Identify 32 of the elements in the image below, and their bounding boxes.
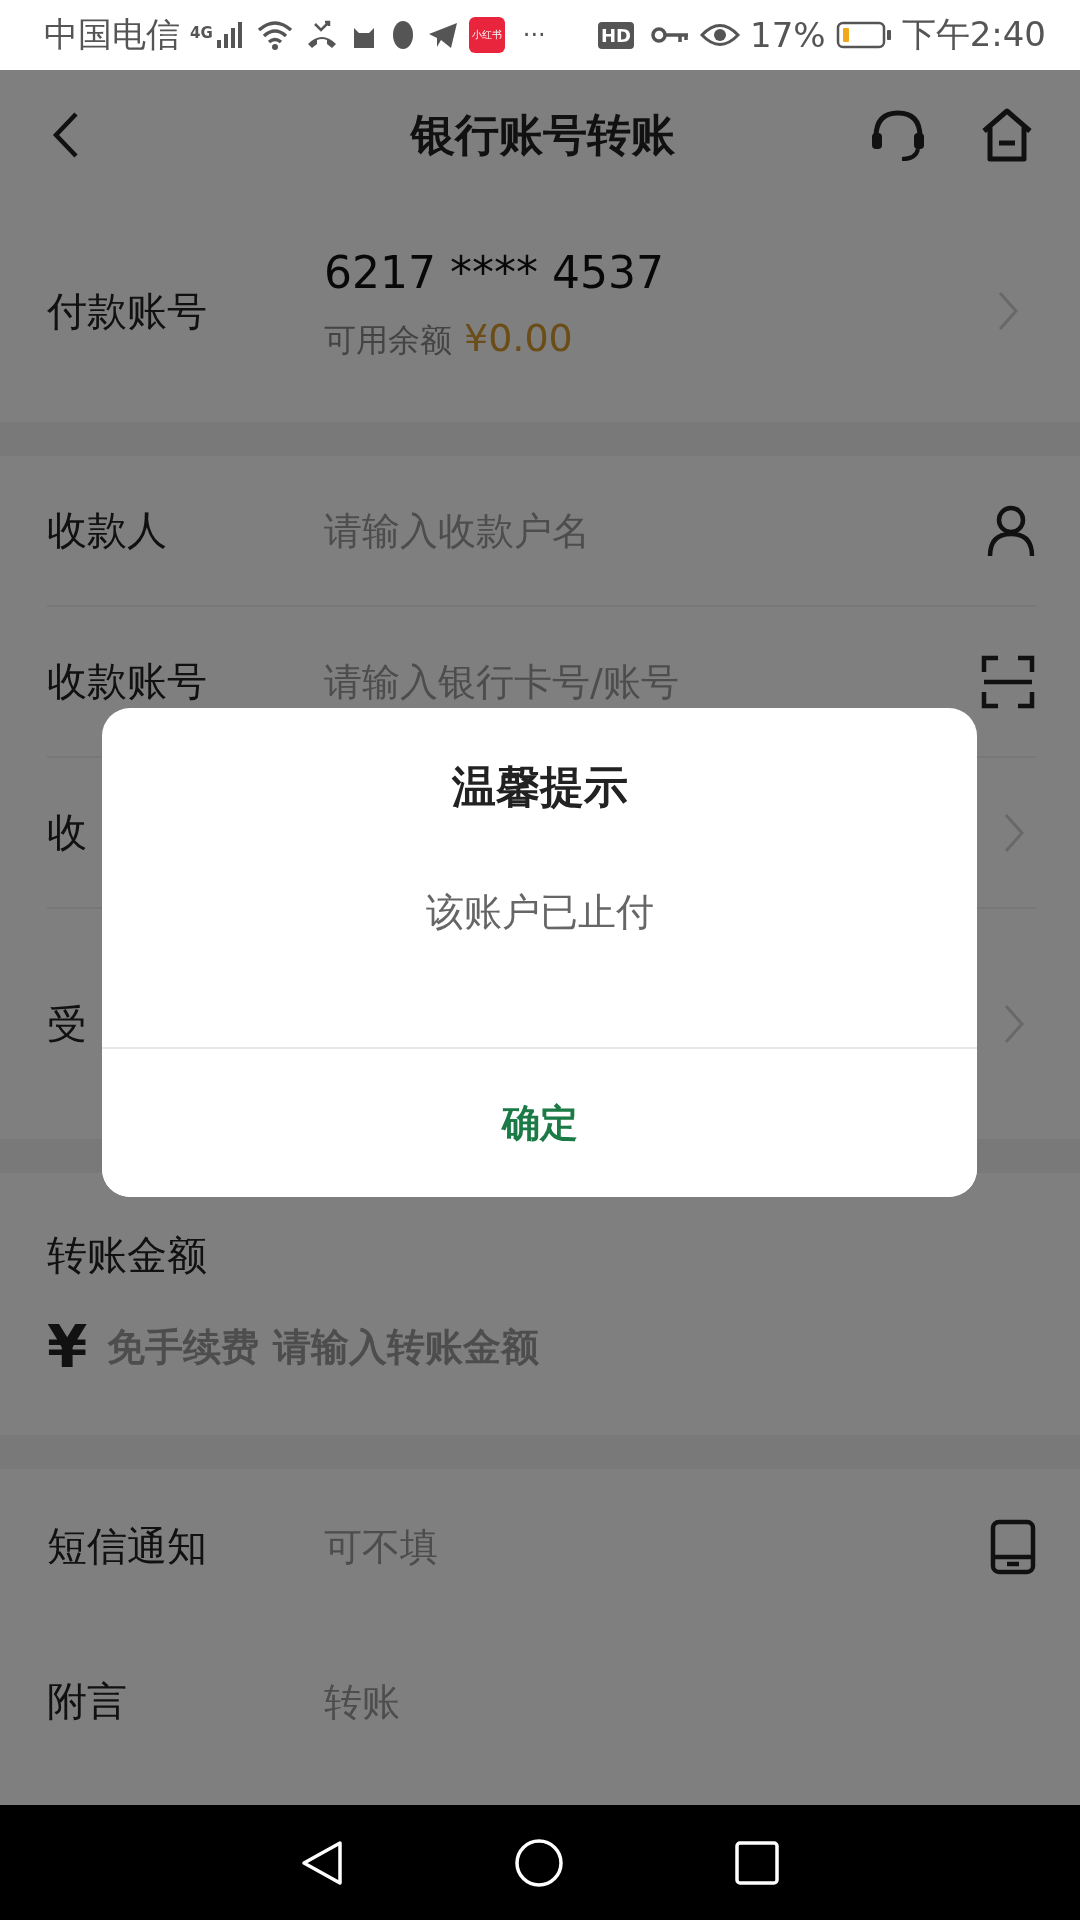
row-label: 收款人 — [47, 506, 168, 555]
row-label: 转账金额 — [47, 1230, 208, 1280]
dialog-title: 温馨提示 — [451, 760, 628, 814]
signal-icon — [214, 20, 245, 50]
hd-badge: HD — [598, 21, 635, 49]
page-title: 银行账号转账 — [411, 107, 675, 162]
home-icon[interactable] — [514, 1837, 564, 1888]
app-badge: 小红书 — [468, 17, 505, 53]
account-number: 6217 **** 4537 — [324, 247, 665, 298]
scan-icon[interactable] — [980, 653, 1036, 710]
person-icon[interactable] — [986, 503, 1036, 558]
phone-icon[interactable] — [990, 1518, 1036, 1575]
recents-icon[interactable] — [734, 1839, 780, 1886]
currency-symbol: ¥ — [47, 1312, 88, 1381]
back-icon[interactable] — [300, 1838, 344, 1887]
row-label: 受 — [47, 999, 88, 1049]
battery-percentage: 17% — [750, 15, 826, 55]
dialog-message: 该账户已止付 — [425, 889, 654, 936]
row-label: 短信通知 — [47, 1522, 208, 1571]
row-label: 收 — [47, 808, 88, 857]
confirm-button[interactable]: 确定 — [102, 1047, 977, 1197]
status-time: 下午2:40 — [901, 13, 1046, 56]
row-label: 付款账号 — [47, 286, 208, 336]
row-label: 附言 — [47, 1677, 128, 1726]
more-indicator: ··· — [522, 21, 546, 49]
balance-amount: ¥0.00 — [464, 316, 573, 360]
carrier-name: 中国电信 — [44, 13, 180, 56]
row-label: 收款账号 — [47, 657, 208, 706]
network-type: 4G — [190, 24, 213, 42]
eye-icon — [700, 22, 741, 48]
battery-icon — [835, 20, 892, 50]
balance-label: 可用余额 — [324, 320, 452, 361]
